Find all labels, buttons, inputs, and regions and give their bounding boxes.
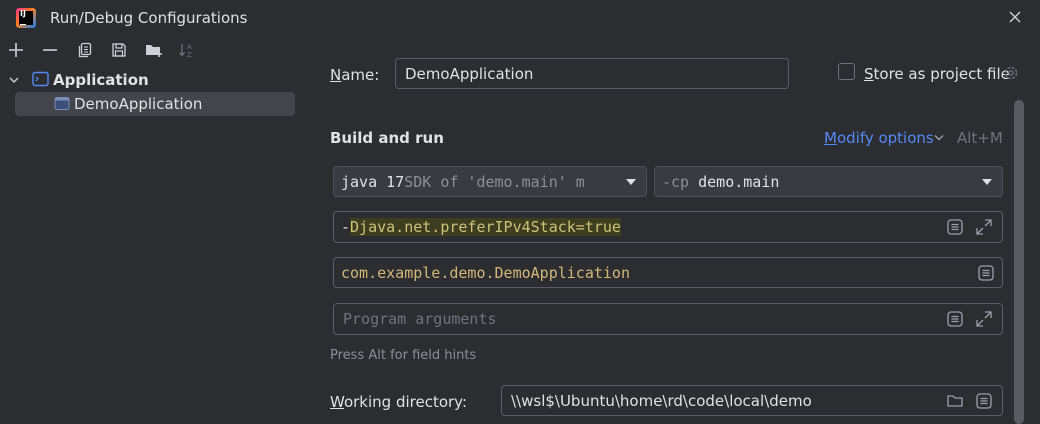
folder-icon[interactable] [946, 392, 964, 410]
jdk-detail: SDK of 'demo.main' m [404, 172, 585, 191]
jdk-combobox[interactable]: java 17 SDK of 'demo.main' m [333, 166, 647, 197]
classpath-combobox[interactable]: -cp demo.main [654, 166, 1003, 197]
vm-options-field[interactable]: - Djava.net.preferIPv4Stack=true [333, 211, 1003, 243]
text-block-icon[interactable] [946, 310, 964, 328]
copy-icon [78, 42, 92, 58]
working-directory-label: Working directory: [330, 393, 468, 411]
store-project-label: Store as project file [864, 65, 1010, 83]
tree-item-label: DemoApplication [74, 95, 203, 113]
text-block-icon[interactable] [946, 218, 964, 236]
expand-icon[interactable] [975, 218, 993, 236]
copy-button[interactable] [74, 40, 96, 60]
main-class-field[interactable]: com.example.demo.DemoApplication [333, 257, 1003, 288]
expand-icon[interactable] [975, 310, 993, 328]
tree-item-demoapplication[interactable]: DemoApplication [15, 92, 295, 116]
jdk-version: java 17 [341, 172, 405, 191]
sort-button[interactable]: A Z [176, 40, 198, 60]
text-block-icon[interactable] [977, 264, 995, 282]
program-arguments-field[interactable]: Program arguments [333, 303, 1003, 335]
scrollbar[interactable] [1014, 100, 1024, 424]
text-block-icon[interactable] [975, 392, 993, 410]
new-folder-button[interactable] [143, 40, 165, 60]
cp-prefix: -cp [662, 172, 690, 191]
save-icon [112, 43, 126, 57]
vm-options-dash: - [341, 218, 351, 236]
add-button[interactable] [5, 40, 27, 60]
svg-text:Z: Z [187, 51, 192, 58]
save-button[interactable] [108, 40, 130, 60]
name-field[interactable]: DemoApplication [395, 58, 789, 89]
sort-az-icon: A Z [179, 43, 192, 58]
chevron-down-icon [9, 77, 19, 83]
close-icon [1009, 11, 1021, 23]
svg-text:A: A [187, 43, 192, 51]
modify-options-link[interactable]: Modify options [824, 129, 934, 147]
main-class-value: com.example.demo.DemoApplication [341, 263, 630, 282]
run-config-icon [54, 97, 70, 110]
tree-group-label: Application [53, 71, 149, 89]
close-button[interactable] [1003, 6, 1027, 28]
cp-module: demo.main [698, 172, 780, 191]
store-project-checkbox[interactable] [838, 63, 855, 80]
folder-add-icon [146, 45, 162, 57]
working-directory-field[interactable]: \\wsl$\Ubuntu\home\rd\code\local\demo [501, 385, 1003, 416]
field-hint: Press Alt for field hints [330, 348, 477, 363]
chevron-down-icon [982, 179, 992, 185]
chevron-down-icon [626, 179, 636, 185]
working-directory-value: \\wsl$\Ubuntu\home\rd\code\local\demo [511, 391, 812, 410]
app-logo-icon: IJ [16, 8, 36, 28]
remove-button[interactable] [39, 40, 61, 60]
vm-options-value: Djava.net.preferIPv4Stack=true [350, 218, 621, 236]
minus-icon [43, 49, 57, 51]
name-value: DemoApplication [405, 64, 534, 83]
program-arguments-placeholder: Program arguments [343, 310, 497, 328]
chevron-down-icon [934, 135, 944, 141]
section-title: Build and run [330, 129, 444, 147]
name-label: Name: [330, 66, 380, 84]
plus-icon [9, 43, 23, 57]
modify-shortcut: Alt+M [957, 129, 1003, 147]
application-icon [32, 71, 49, 87]
gear-icon[interactable] [1002, 64, 1020, 82]
window-title: Run/Debug Configurations [50, 9, 248, 27]
tree-group-application[interactable]: Application [6, 69, 296, 91]
